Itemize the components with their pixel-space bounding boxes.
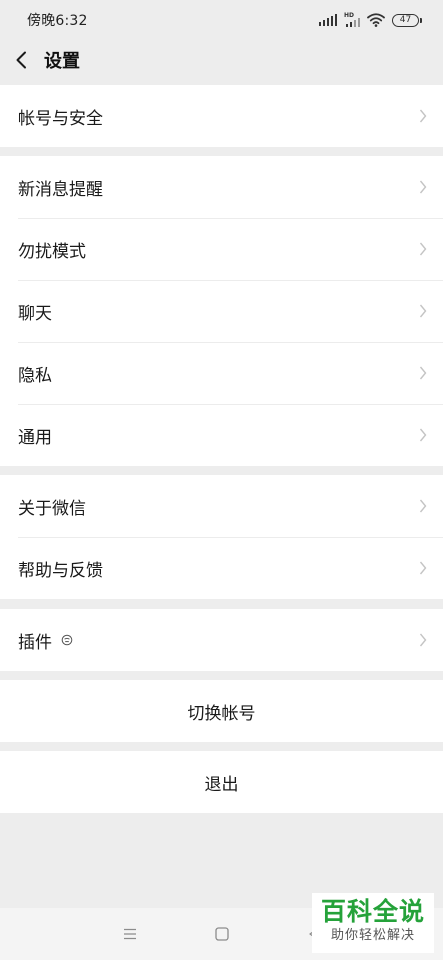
watermark: 百科全说 助你轻松解决 bbox=[312, 893, 434, 953]
settings-screen: 傍晚6:32 HD 47 设置 帐号与安全 新消息提醒 勿扰模式 聊天 隐私 通… bbox=[0, 0, 443, 960]
back-button[interactable] bbox=[0, 40, 42, 80]
chevron-right-icon bbox=[419, 109, 427, 123]
header: 设置 bbox=[0, 40, 443, 80]
status-bar: 傍晚6:32 HD 47 bbox=[0, 0, 443, 40]
cell-label: 帐号与安全 bbox=[18, 108, 103, 129]
cell-label: 通用 bbox=[18, 427, 52, 448]
page-title: 设置 bbox=[44, 51, 80, 72]
cell-label: 帮助与反馈 bbox=[18, 560, 103, 581]
cell-about-wechat[interactable]: 关于微信 bbox=[0, 475, 443, 537]
cell-account-security[interactable]: 帐号与安全 bbox=[0, 85, 443, 147]
cell-new-message-alert[interactable]: 新消息提醒 bbox=[0, 156, 443, 218]
cell-general[interactable]: 通用 bbox=[0, 404, 443, 466]
chevron-right-icon bbox=[419, 561, 427, 575]
switch-account-button[interactable]: 切换帐号 bbox=[0, 680, 443, 742]
cell-label: 新消息提醒 bbox=[18, 179, 103, 200]
plugin-badge-icon bbox=[61, 634, 73, 646]
group-about: 关于微信 帮助与反馈 bbox=[0, 475, 443, 599]
cell-label: 聊天 bbox=[18, 303, 52, 324]
cell-plugins[interactable]: 插件 bbox=[0, 609, 443, 671]
status-time: 傍晚6:32 bbox=[27, 13, 88, 29]
cell-label: 勿扰模式 bbox=[18, 241, 86, 262]
menu-icon bbox=[123, 928, 136, 940]
status-icons: HD 47 bbox=[318, 12, 422, 27]
home-square-icon bbox=[214, 927, 229, 941]
home-button[interactable] bbox=[210, 922, 234, 946]
group-account: 帐号与安全 bbox=[0, 85, 443, 147]
switch-account-label: 切换帐号 bbox=[187, 703, 256, 724]
chevron-right-icon bbox=[419, 428, 427, 442]
group-general: 新消息提醒 勿扰模式 聊天 隐私 通用 bbox=[0, 156, 443, 466]
cell-do-not-disturb[interactable]: 勿扰模式 bbox=[0, 218, 443, 280]
logout-button[interactable]: 退出 bbox=[0, 751, 443, 813]
cell-label: 关于微信 bbox=[18, 498, 86, 519]
battery-icon: 47 bbox=[392, 13, 422, 27]
cell-privacy[interactable]: 隐私 bbox=[0, 342, 443, 404]
cell-label: 隐私 bbox=[18, 365, 52, 386]
chevron-right-icon bbox=[419, 304, 427, 318]
wifi-icon bbox=[367, 13, 385, 27]
chevron-right-icon bbox=[419, 499, 427, 513]
cell-help-feedback[interactable]: 帮助与反馈 bbox=[0, 537, 443, 599]
logout-label: 退出 bbox=[204, 774, 239, 795]
chevron-right-icon bbox=[419, 180, 427, 194]
chevron-right-icon bbox=[419, 242, 427, 256]
cell-chat[interactable]: 聊天 bbox=[0, 280, 443, 342]
menu-button[interactable] bbox=[118, 922, 142, 946]
chevron-right-icon bbox=[419, 633, 427, 647]
cell-signal-icon bbox=[318, 14, 337, 26]
chevron-right-icon bbox=[419, 366, 427, 380]
hd-signal-icon: HD bbox=[344, 12, 360, 27]
group-plugins: 插件 bbox=[0, 609, 443, 671]
cell-label: 插件 bbox=[18, 632, 52, 653]
watermark-sub: 助你轻松解决 bbox=[330, 928, 415, 943]
chevron-left-icon bbox=[16, 51, 26, 69]
watermark-main: 百科全说 bbox=[320, 897, 425, 926]
